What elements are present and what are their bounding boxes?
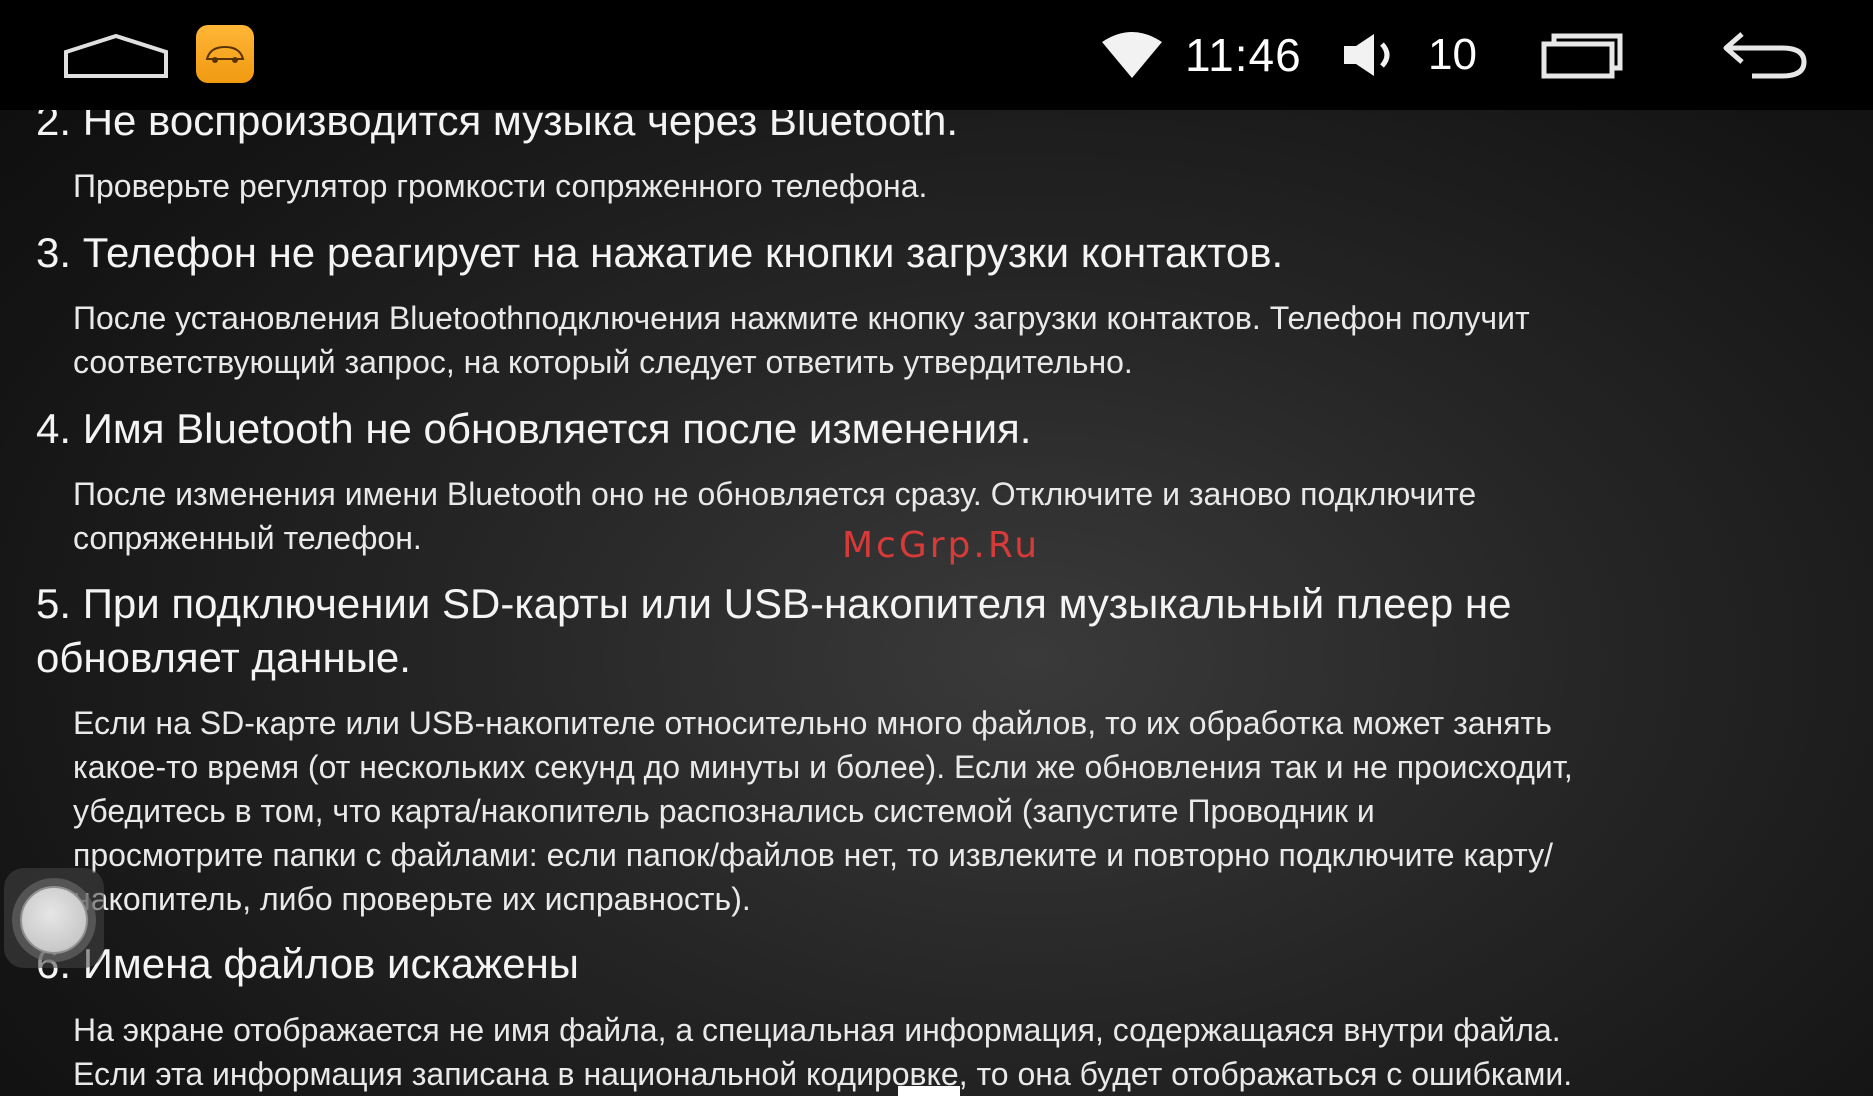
faq-answer-2-line-1: Проверьте регулятор громкости сопряженно…: [73, 168, 928, 204]
faq-question-3: 3. Телефон не реагирует на нажатие кнопк…: [36, 229, 1284, 276]
faq-answer-5-line-2: какое-то время (от нескольких секунд до …: [73, 749, 1573, 785]
recents-icon[interactable]: [1540, 30, 1626, 80]
faq-question-5-line-2: обновляет данные.: [36, 634, 411, 681]
volume-level: 10: [1428, 30, 1477, 79]
app-icon[interactable]: [196, 25, 254, 83]
home-icon[interactable]: [60, 30, 172, 82]
faq-question-5-line-1: 5. При подключении SD-карты или USB-нако…: [36, 580, 1512, 627]
faq-answer-6-line-2: Если эта информация записана в националь…: [73, 1056, 1573, 1092]
faq-question-6: 6. Имена файлов искажены: [36, 940, 579, 987]
watermark: McGrp.Ru: [842, 525, 1041, 566]
faq-answer-5-line-5: накопитель, либо проверьте их исправност…: [73, 881, 751, 917]
faq-answer-5-line-1: Если на SD-карте или USB-накопителе отно…: [73, 705, 1552, 741]
faq-answer-5-line-4: просмотрите папки с файлами: если папок/…: [73, 837, 1553, 873]
speaker-icon[interactable]: [1340, 30, 1400, 80]
clock: 11:46: [1185, 29, 1302, 81]
wifi-icon: [1100, 30, 1164, 80]
floating-button-core: [20, 886, 88, 954]
status-bar: 11:46 10: [0, 0, 1873, 110]
faq-question-4: 4. Имя Bluetooth не обновляется после из…: [36, 405, 1032, 452]
faq-answer-3-line-2: соответствующий запрос, на который следу…: [73, 344, 1133, 380]
scroll-indicator: [898, 1086, 960, 1096]
screen: 11:46 10 2. Не воспроизводится музыка че…: [0, 0, 1873, 1096]
floating-assist-button[interactable]: [4, 868, 104, 968]
faq-answer-6-line-1: На экране отображается не имя файла, а с…: [73, 1012, 1561, 1048]
faq-answer-4-line-1: После изменения имени Bluetooth оно не о…: [73, 476, 1477, 512]
faq-answer-3-line-1: После установления Bluetoothподключения …: [73, 300, 1530, 336]
faq-answer-5-line-3: убедитесь в том, что карта/накопитель ра…: [73, 793, 1375, 829]
back-icon[interactable]: [1720, 28, 1810, 84]
